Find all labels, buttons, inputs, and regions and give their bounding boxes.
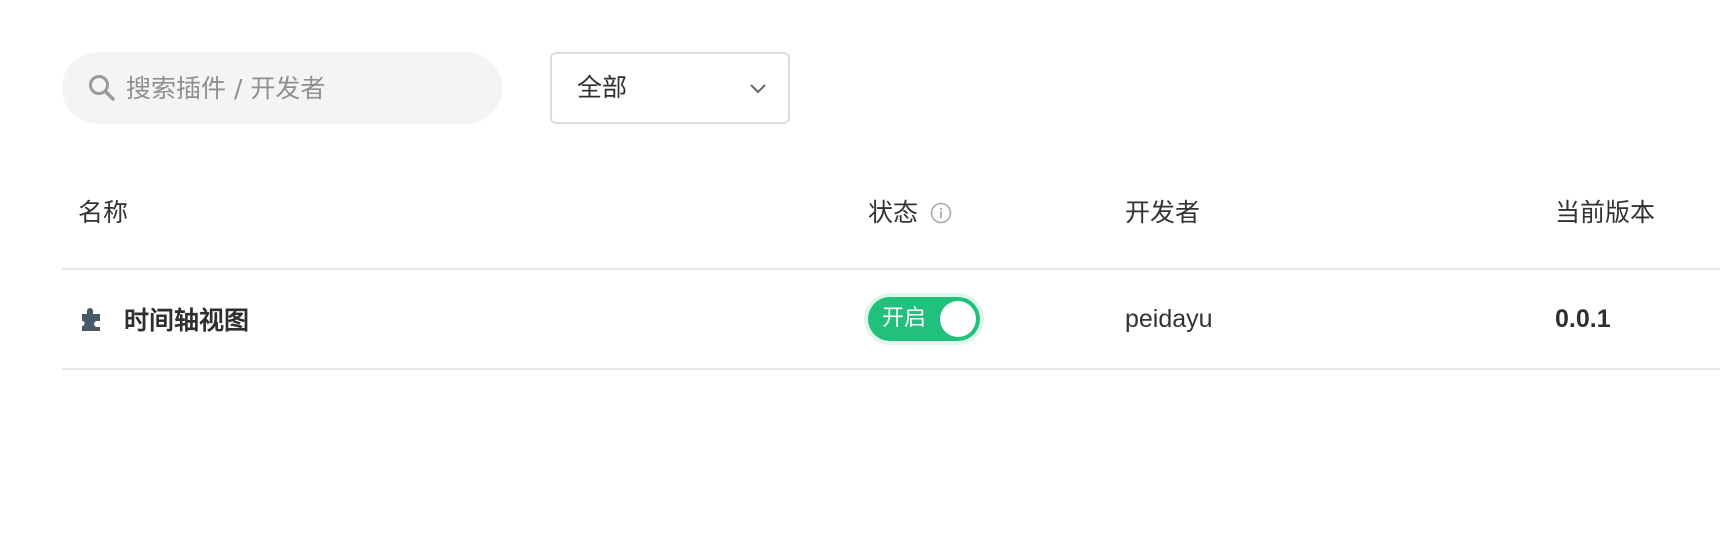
- table-header: 名称 状态 开发者 当前版本: [62, 160, 1720, 270]
- toggle-label: 开启: [882, 306, 927, 331]
- plugin-table: 名称 状态 开发者 当前版本 时间轴视图 开启 peidayu 0.0.1: [62, 160, 1720, 370]
- search-box[interactable]: [62, 52, 502, 124]
- filter-selected-value: 全部: [577, 73, 628, 102]
- cell-version: 0.0.1: [1555, 304, 1611, 333]
- column-header-name[interactable]: 名称: [78, 160, 128, 266]
- cell-status: 开启: [868, 270, 980, 368]
- column-header-developer[interactable]: 开发者: [1125, 160, 1200, 266]
- info-icon[interactable]: [930, 202, 952, 224]
- puzzle-piece-icon: [82, 308, 100, 331]
- search-input[interactable]: [126, 52, 486, 124]
- column-header-status[interactable]: 状态: [868, 160, 952, 266]
- filter-select[interactable]: 全部: [550, 52, 790, 124]
- status-toggle[interactable]: 开启: [868, 297, 980, 341]
- chevron-down-icon: [750, 84, 766, 94]
- cell-developer: peidayu: [1125, 304, 1213, 333]
- column-header-version[interactable]: 当前版本: [1555, 160, 1655, 266]
- cell-name: 时间轴视图: [78, 270, 249, 368]
- column-header-status-label: 状态: [868, 198, 919, 227]
- plugin-name[interactable]: 时间轴视图: [124, 301, 249, 337]
- table-row[interactable]: 时间轴视图 开启 peidayu 0.0.1: [62, 270, 1720, 370]
- search-icon: [89, 75, 115, 101]
- toggle-knob: [940, 301, 976, 337]
